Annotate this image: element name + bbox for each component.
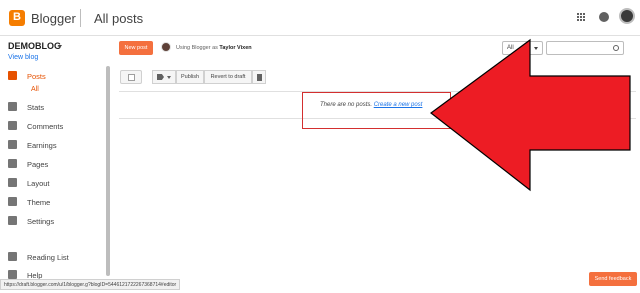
signed-in-as-text: Using Blogger as Taylor Vixen <box>176 45 252 51</box>
sidebar-subitem-all[interactable]: All <box>31 86 39 93</box>
blog-name[interactable]: DEMOBLOG <box>8 41 61 51</box>
view-blog-link[interactable]: View blog <box>8 54 38 61</box>
search-icon[interactable] <box>613 45 619 51</box>
gear-icon <box>8 216 17 225</box>
sidebar-item-posts[interactable]: Posts <box>0 69 106 85</box>
sidebar-item-label: Settings <box>27 217 55 226</box>
header-divider <box>80 9 81 27</box>
post-filter-value: All <box>507 45 514 51</box>
status-url-bar: https://draft.blogger.com/u/1/blogger.g?… <box>0 279 181 290</box>
top-bar: B Blogger All posts <box>0 0 640 36</box>
red-arrow-shape <box>430 38 631 192</box>
sidebar-item-label: Theme <box>27 198 51 207</box>
pages-icon <box>8 159 17 168</box>
sidebar-item-theme[interactable]: Theme <box>0 195 106 211</box>
sidebar-item-reading-list[interactable]: Reading List <box>0 250 106 266</box>
sidebar-item-label: Posts <box>27 72 46 81</box>
sidebar-item-label: Layout <box>27 179 50 188</box>
revert-to-draft-button[interactable]: Revert to draft <box>204 70 252 84</box>
comments-icon <box>8 121 17 130</box>
chevron-down-icon[interactable] <box>58 45 62 48</box>
theme-icon <box>8 197 17 206</box>
sidebar-item-label: Comments <box>27 122 64 131</box>
avatar[interactable] <box>619 8 635 24</box>
label-button[interactable] <box>152 70 176 84</box>
stats-icon <box>8 102 17 111</box>
publish-button[interactable]: Publish <box>176 70 204 84</box>
brand-name[interactable]: Blogger <box>31 11 76 26</box>
user-avatar <box>161 42 171 52</box>
sidebar: DEMOBLOG View blog Posts All Stats Comme… <box>0 36 112 293</box>
new-post-button[interactable]: New post <box>119 41 153 55</box>
sidebar-item-layout[interactable]: Layout <box>0 176 106 192</box>
apps-grid-icon[interactable] <box>577 13 585 21</box>
dollar-icon <box>8 140 17 149</box>
account-icon[interactable] <box>599 12 609 22</box>
sidebar-item-label: Earnings <box>27 141 57 150</box>
highlight-annotation-box <box>302 92 451 129</box>
sidebar-item-settings[interactable]: Settings <box>0 214 106 230</box>
chevron-down-icon <box>167 76 171 79</box>
label-icon <box>157 74 164 80</box>
select-all-checkbox[interactable] <box>120 70 142 84</box>
sidebar-item-label: Reading List <box>27 253 69 262</box>
bookmark-icon <box>8 252 17 261</box>
search-input[interactable] <box>546 41 624 55</box>
chevron-down-icon <box>534 47 538 50</box>
help-icon <box>8 270 17 279</box>
page-title: All posts <box>94 11 144 26</box>
checkbox-icon <box>128 74 135 81</box>
post-filter-select[interactable]: All <box>502 41 543 55</box>
layout-icon <box>8 178 17 187</box>
posts-icon <box>8 71 17 80</box>
sidebar-item-pages[interactable]: Pages <box>0 157 106 173</box>
using-prefix: Using Blogger as <box>176 45 218 51</box>
sidebar-item-earnings[interactable]: Earnings <box>0 138 106 154</box>
sidebar-item-stats[interactable]: Stats <box>0 100 106 116</box>
sidebar-item-comments[interactable]: Comments <box>0 119 106 135</box>
sidebar-item-label: Pages <box>27 160 49 169</box>
sidebar-item-label: Stats <box>27 103 45 112</box>
trash-icon <box>257 74 262 81</box>
sidebar-scrollbar[interactable] <box>106 66 110 276</box>
send-feedback-button[interactable]: Send feedback <box>589 272 637 286</box>
delete-button[interactable] <box>252 70 266 84</box>
blogger-logo-icon[interactable]: B <box>9 10 25 26</box>
user-name: Taylor Vixen <box>219 45 252 51</box>
